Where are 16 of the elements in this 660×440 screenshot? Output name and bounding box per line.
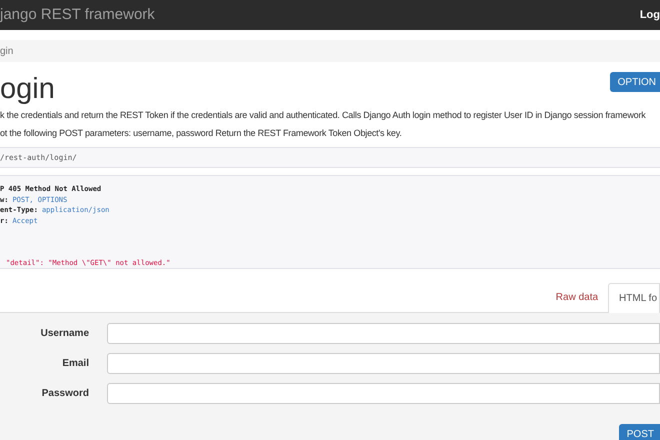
breadcrumb-item[interactable]: gin (0, 44, 14, 58)
description-text: k the credentials and return the REST Token if the credentials are valid and authenticated. Calls Django Auth login method to register User ID in Django session framework (0, 109, 647, 122)
field-label: Email (61, 357, 89, 371)
text-field[interactable] (107, 353, 660, 374)
login-link[interactable]: Log (640, 6, 660, 24)
text-field[interactable] (107, 323, 660, 344)
options-button[interactable]: OPTION (610, 72, 660, 92)
post-button[interactable]: POST (618, 424, 660, 440)
description-text: ot the following POST parameters: username, password Return the REST Framework Token Object's key. (0, 126, 403, 140)
tab[interactable]: Raw data (546, 282, 608, 312)
field-label: Password (40, 387, 89, 401)
field-label: Username (40, 327, 89, 341)
page-title: ogin (0, 74, 55, 104)
text-field[interactable] (107, 383, 660, 404)
tab[interactable]: HTML fo (608, 283, 660, 313)
brand-link[interactable]: jango REST framework (0, 4, 155, 26)
